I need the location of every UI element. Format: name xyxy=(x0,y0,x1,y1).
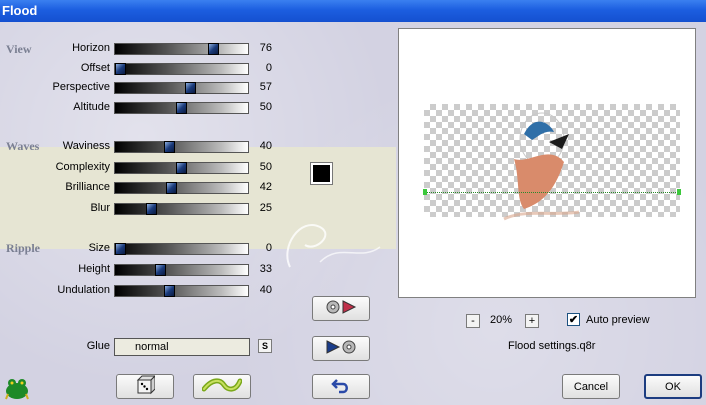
reset-waves-button[interactable] xyxy=(193,374,251,399)
window-title: Flood xyxy=(0,0,706,22)
slider-thumb[interactable] xyxy=(164,141,175,153)
ok-button[interactable]: OK xyxy=(644,374,702,399)
dice-icon xyxy=(135,374,157,398)
slider-label-blur: Blur xyxy=(90,202,110,214)
slider-label-waviness: Waviness xyxy=(62,140,110,152)
frog-icon[interactable] xyxy=(4,375,30,404)
slider-perspective[interactable] xyxy=(114,82,249,94)
slider-label-brilliance: Brilliance xyxy=(65,181,110,193)
slider-complexity[interactable] xyxy=(114,162,249,174)
randomize-button[interactable] xyxy=(116,374,174,399)
glue-label: Glue xyxy=(86,340,110,352)
slider-value-horizon: 76 xyxy=(259,42,272,54)
slider-value-offset: 0 xyxy=(265,62,272,74)
slider-thumb[interactable] xyxy=(166,182,177,194)
slider-brilliance[interactable] xyxy=(114,182,249,194)
slider-thumb[interactable] xyxy=(115,63,126,75)
auto-preview-label: Auto preview xyxy=(586,314,650,326)
glue-s-button[interactable]: S xyxy=(258,339,272,353)
slider-label-undulation: Undulation xyxy=(57,284,110,296)
slider-value-undulation: 40 xyxy=(259,284,272,296)
slider-label-size: Size xyxy=(88,242,110,254)
slider-thumb[interactable] xyxy=(164,285,175,297)
zoom-value: 20% xyxy=(490,314,513,326)
load-preset-button[interactable] xyxy=(312,296,370,321)
slider-altitude[interactable] xyxy=(114,102,249,114)
slider-thumb[interactable] xyxy=(185,82,196,94)
preview-pane xyxy=(398,28,696,298)
horizon-handle-right[interactable] xyxy=(677,189,681,195)
slider-label-altitude: Altitude xyxy=(73,101,110,113)
horizon-handle-left[interactable] xyxy=(423,189,427,195)
save-preset-icon xyxy=(324,339,358,358)
slider-thumb[interactable] xyxy=(115,243,126,255)
slider-offset[interactable] xyxy=(114,63,249,75)
slider-waviness[interactable] xyxy=(114,141,249,153)
watermark-logo xyxy=(280,207,400,277)
slider-value-height: 33 xyxy=(259,263,272,275)
slider-height[interactable] xyxy=(114,264,249,276)
glue-select[interactable]: normal xyxy=(114,338,250,356)
cancel-button[interactable]: Cancel xyxy=(562,374,620,399)
dialog-panel: View Waves Ripple Horizon 76 Offset 0 Perspe… xyxy=(0,22,706,405)
settings-file-name: Flood settings.q8r xyxy=(508,340,596,352)
slider-label-height: Height xyxy=(78,263,110,275)
slider-thumb[interactable] xyxy=(155,264,166,276)
slider-value-brilliance: 42 xyxy=(259,181,272,193)
slider-thumb[interactable] xyxy=(208,43,219,55)
flood-color-swatch[interactable] xyxy=(310,162,333,185)
slider-value-altitude: 50 xyxy=(259,101,272,113)
slider-label-perspective: Perspective xyxy=(52,81,110,93)
slider-value-waviness: 40 xyxy=(259,140,272,152)
preview-image xyxy=(503,112,580,221)
zoom-in-button[interactable]: + xyxy=(525,314,539,328)
slider-thumb[interactable] xyxy=(176,102,187,114)
save-preset-button[interactable] xyxy=(312,336,370,361)
wave-icon xyxy=(201,377,243,396)
slider-label-horizon: Horizon xyxy=(72,42,110,54)
horizon-line[interactable] xyxy=(424,192,680,193)
load-preset-icon xyxy=(324,299,358,318)
slider-value-complexity: 50 xyxy=(259,161,272,173)
slider-value-perspective: 57 xyxy=(259,81,272,93)
slider-thumb[interactable] xyxy=(146,203,157,215)
slider-undulation[interactable] xyxy=(114,285,249,297)
slider-value-size: 0 xyxy=(265,242,272,254)
slider-horizon[interactable] xyxy=(114,43,249,55)
slider-blur[interactable] xyxy=(114,203,249,215)
slider-size[interactable] xyxy=(114,243,249,255)
auto-preview-checkbox[interactable]: ✔ xyxy=(567,313,580,326)
slider-label-offset: Offset xyxy=(80,62,110,74)
slider-label-complexity: Complexity xyxy=(55,161,110,173)
slider-thumb[interactable] xyxy=(176,162,187,174)
undo-button[interactable] xyxy=(312,374,370,399)
slider-value-blur: 25 xyxy=(259,202,272,214)
undo-icon xyxy=(331,376,351,397)
zoom-out-button[interactable]: - xyxy=(466,314,480,328)
